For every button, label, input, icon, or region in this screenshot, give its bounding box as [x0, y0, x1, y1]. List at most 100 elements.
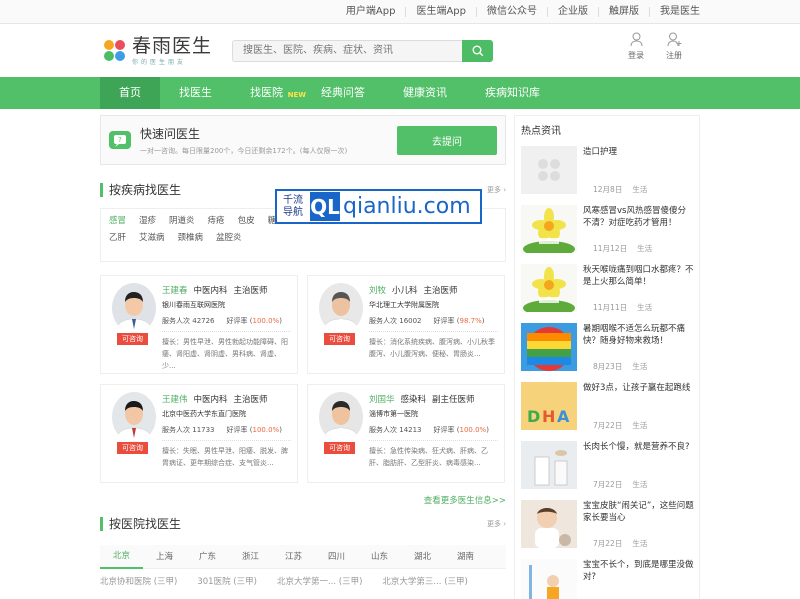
- disease-tag[interactable]: 艾滋病: [139, 233, 165, 243]
- hospital-level: (三甲): [444, 577, 468, 587]
- served-count: 服务人次 14213: [369, 425, 422, 435]
- city-tab[interactable]: 山东: [358, 545, 401, 569]
- news-item[interactable]: 造口护理 12月8日 生活: [521, 146, 694, 196]
- disease-tag[interactable]: 盆腔炎: [216, 233, 242, 243]
- doctor-card[interactable]: 可咨询 王建春 中医内科 主治医师 银川春雨互联网医院 服务人次 42726 好评率 (10…: [100, 275, 298, 374]
- nav-item-label: 经典问答: [321, 86, 365, 99]
- news-item[interactable]: 宝宝皮肤“闹关记”，这些问题家长要当心 7月22日 生活: [521, 500, 694, 550]
- logo[interactable]: 春雨医生 你的医生朋友: [100, 36, 228, 66]
- nav-item[interactable]: 健康资讯: [384, 77, 466, 109]
- city-tab[interactable]: 上海: [143, 545, 186, 569]
- city-tab[interactable]: 浙江: [229, 545, 272, 569]
- disease-tag[interactable]: 颈椎病: [178, 233, 204, 243]
- doctor-hospital: 华北理工大学附属医院: [369, 301, 439, 309]
- top-link[interactable]: 我是医生: [650, 7, 700, 17]
- search-button[interactable]: [462, 39, 493, 62]
- hospital-link[interactable]: 北京大学第一... (三甲): [277, 575, 362, 587]
- city-tab[interactable]: 江苏: [272, 545, 315, 569]
- news-item[interactable]: D H A 做好3点，让孩子赢在起跑线 7月22日 生活: [521, 382, 694, 432]
- doctor-header: 王建伟 中医内科 主治医师: [162, 394, 291, 406]
- nav-item[interactable]: 找医院 NEW: [231, 77, 306, 109]
- nav-item-label: 找医院: [250, 86, 283, 99]
- news-body: 做好3点，让孩子赢在起跑线 7月22日 生活: [583, 382, 690, 432]
- disease-tag[interactable]: 湿疹: [139, 216, 156, 226]
- hospital-link[interactable]: 北京大学第三... (三甲): [382, 575, 467, 587]
- news-item[interactable]: 风寒感冒vs风热感冒傻傻分不清？对症吃药才管用！ 11月12日 生活: [521, 205, 694, 255]
- svg-text:H: H: [542, 407, 555, 426]
- news-body: 秋天喉咙痛到咽口水都疼？不是上火那么简单！ 11月11日 生活: [583, 264, 694, 314]
- rate-value: 100.0%: [252, 426, 280, 434]
- served-count: 服务人次 11733: [162, 425, 215, 435]
- doctor-info: 刘国华 感染科 副主任医师 淄博市第一医院 服务人次 14213 好评率 (100.0%)…: [369, 394, 504, 469]
- news-category: 生活: [637, 303, 653, 312]
- disease-tag[interactable]: 痔疮: [208, 216, 225, 226]
- hospital-name: 北京协和医院: [100, 577, 152, 587]
- hospital-name: 北京大学第一...: [276, 577, 337, 587]
- main-nav: 首页 找医生 找医院 NEW 经典问答 健康资讯 疾病知识库: [0, 77, 800, 109]
- logo-subtitle: 你的医生朋友: [132, 58, 187, 66]
- doctor-card[interactable]: 可咨询 刘国华 感染科 副主任医师 淄博市第一医院 服务人次 14213 好评率 (100.…: [307, 384, 505, 483]
- disease-more-link[interactable]: 更多 ›: [487, 185, 506, 195]
- rate-label: 好评率: [226, 317, 248, 325]
- see-more-doctors-link[interactable]: 查看更多医生信息>>: [100, 494, 506, 506]
- hospital-link[interactable]: 北京协和医院 (三甲): [100, 575, 177, 587]
- news-item[interactable]: 秋天喉咙痛到咽口水都疼？不是上火那么简单！ 11月11日 生活: [521, 264, 694, 314]
- search-input[interactable]: [232, 39, 462, 62]
- disease-tag[interactable]: 乙肝: [109, 233, 126, 243]
- hospital-link[interactable]: 301医院 (三甲): [197, 575, 257, 587]
- disease-tag[interactable]: 包皮: [238, 216, 255, 226]
- doctor-name[interactable]: 刘国华: [369, 394, 395, 406]
- disease-tag[interactable]: 阴道炎: [169, 216, 195, 226]
- news-item[interactable]: 长肉长个慢，就是营养不良? 7月22日 生活: [521, 441, 694, 491]
- news-title: 宝宝皮肤“闹关记”，这些问题家长要当心: [583, 501, 694, 523]
- doctor-stats: 服务人次 14213 好评率 (100.0%): [369, 425, 498, 435]
- login-button[interactable]: 登录: [628, 32, 644, 61]
- news-item[interactable]: 暑期咽喉不适怎么玩都不痛快？随身好物来救场！ 8月23日 生活: [521, 323, 694, 373]
- disease-section-title: 按疾病找医生: [100, 183, 181, 197]
- nav-item[interactable]: 找医生: [160, 77, 231, 109]
- news-item[interactable]: 宝宝不长个，到底是哪里没做对?: [521, 559, 694, 599]
- top-link[interactable]: 企业版: [548, 7, 599, 17]
- doctor-name[interactable]: 刘牧: [369, 285, 386, 297]
- city-tab[interactable]: 湖北: [401, 545, 444, 569]
- news-category: 生活: [632, 362, 648, 371]
- doctor-name[interactable]: 王建伟: [162, 394, 188, 406]
- news-date: 7月22日: [593, 421, 623, 430]
- user-add-icon: [667, 32, 681, 47]
- logo-icon: [104, 39, 126, 62]
- doctor-card[interactable]: 可咨询 刘牧 小儿科 主治医师 华北理工大学附属医院 服务人次 16002 好评率 (98.…: [307, 275, 505, 374]
- register-button[interactable]: 注册: [666, 32, 682, 61]
- consult-button[interactable]: 可咨询: [117, 442, 148, 454]
- city-tab[interactable]: 北京: [100, 545, 143, 569]
- doctor-info: 刘牧 小儿科 主治医师 华北理工大学附属医院 服务人次 16002 好评率 (98.7%)…: [369, 285, 504, 360]
- consult-button[interactable]: 可咨询: [117, 333, 148, 345]
- news-thumbnail: [521, 264, 577, 312]
- top-link[interactable]: 医生端App: [406, 7, 477, 17]
- top-link[interactable]: 微信公众号: [477, 7, 548, 17]
- city-tab[interactable]: 广东: [186, 545, 229, 569]
- doctor-name[interactable]: 王建春: [162, 285, 188, 297]
- doctor-card[interactable]: 可咨询 王建伟 中医内科 主治医师 北京中医药大学东直门医院 服务人次 11733 好评率 …: [100, 384, 298, 483]
- news-title: 造口护理: [583, 147, 618, 157]
- news-title: 做好3点，让孩子赢在起跑线: [583, 383, 691, 393]
- left-column: ? 快速问医生 一对一咨询。每日限量200个，今日还剩余172个。(每人仅限一次…: [100, 115, 506, 599]
- nav-item[interactable]: 首页: [100, 77, 160, 109]
- nav-item[interactable]: 疾病知识库: [466, 77, 559, 109]
- doctor-title: 主治医师: [423, 286, 458, 296]
- consult-button[interactable]: 可咨询: [324, 442, 355, 454]
- svg-text:A: A: [557, 407, 570, 426]
- top-bar: 用户端App 医生端App 微信公众号 企业版 触屏版 我是医生: [0, 0, 800, 24]
- ask-question-button[interactable]: 去提问: [397, 125, 497, 155]
- nav-item[interactable]: 经典问答: [302, 77, 384, 109]
- city-tab[interactable]: 湖南: [444, 545, 487, 569]
- search-icon: [472, 45, 483, 56]
- disease-tag[interactable]: 感冒: [109, 216, 126, 226]
- news-date: 7月22日: [593, 539, 623, 548]
- city-tab[interactable]: 四川: [315, 545, 358, 569]
- consult-button[interactable]: 可咨询: [324, 333, 355, 345]
- top-link[interactable]: 触屏版: [599, 7, 650, 17]
- news-meta: 12月8日 生活: [583, 184, 647, 195]
- served-value: 16002: [399, 317, 422, 325]
- top-link[interactable]: 用户端App: [336, 7, 407, 17]
- hospital-more-link[interactable]: 更多 ›: [487, 519, 506, 529]
